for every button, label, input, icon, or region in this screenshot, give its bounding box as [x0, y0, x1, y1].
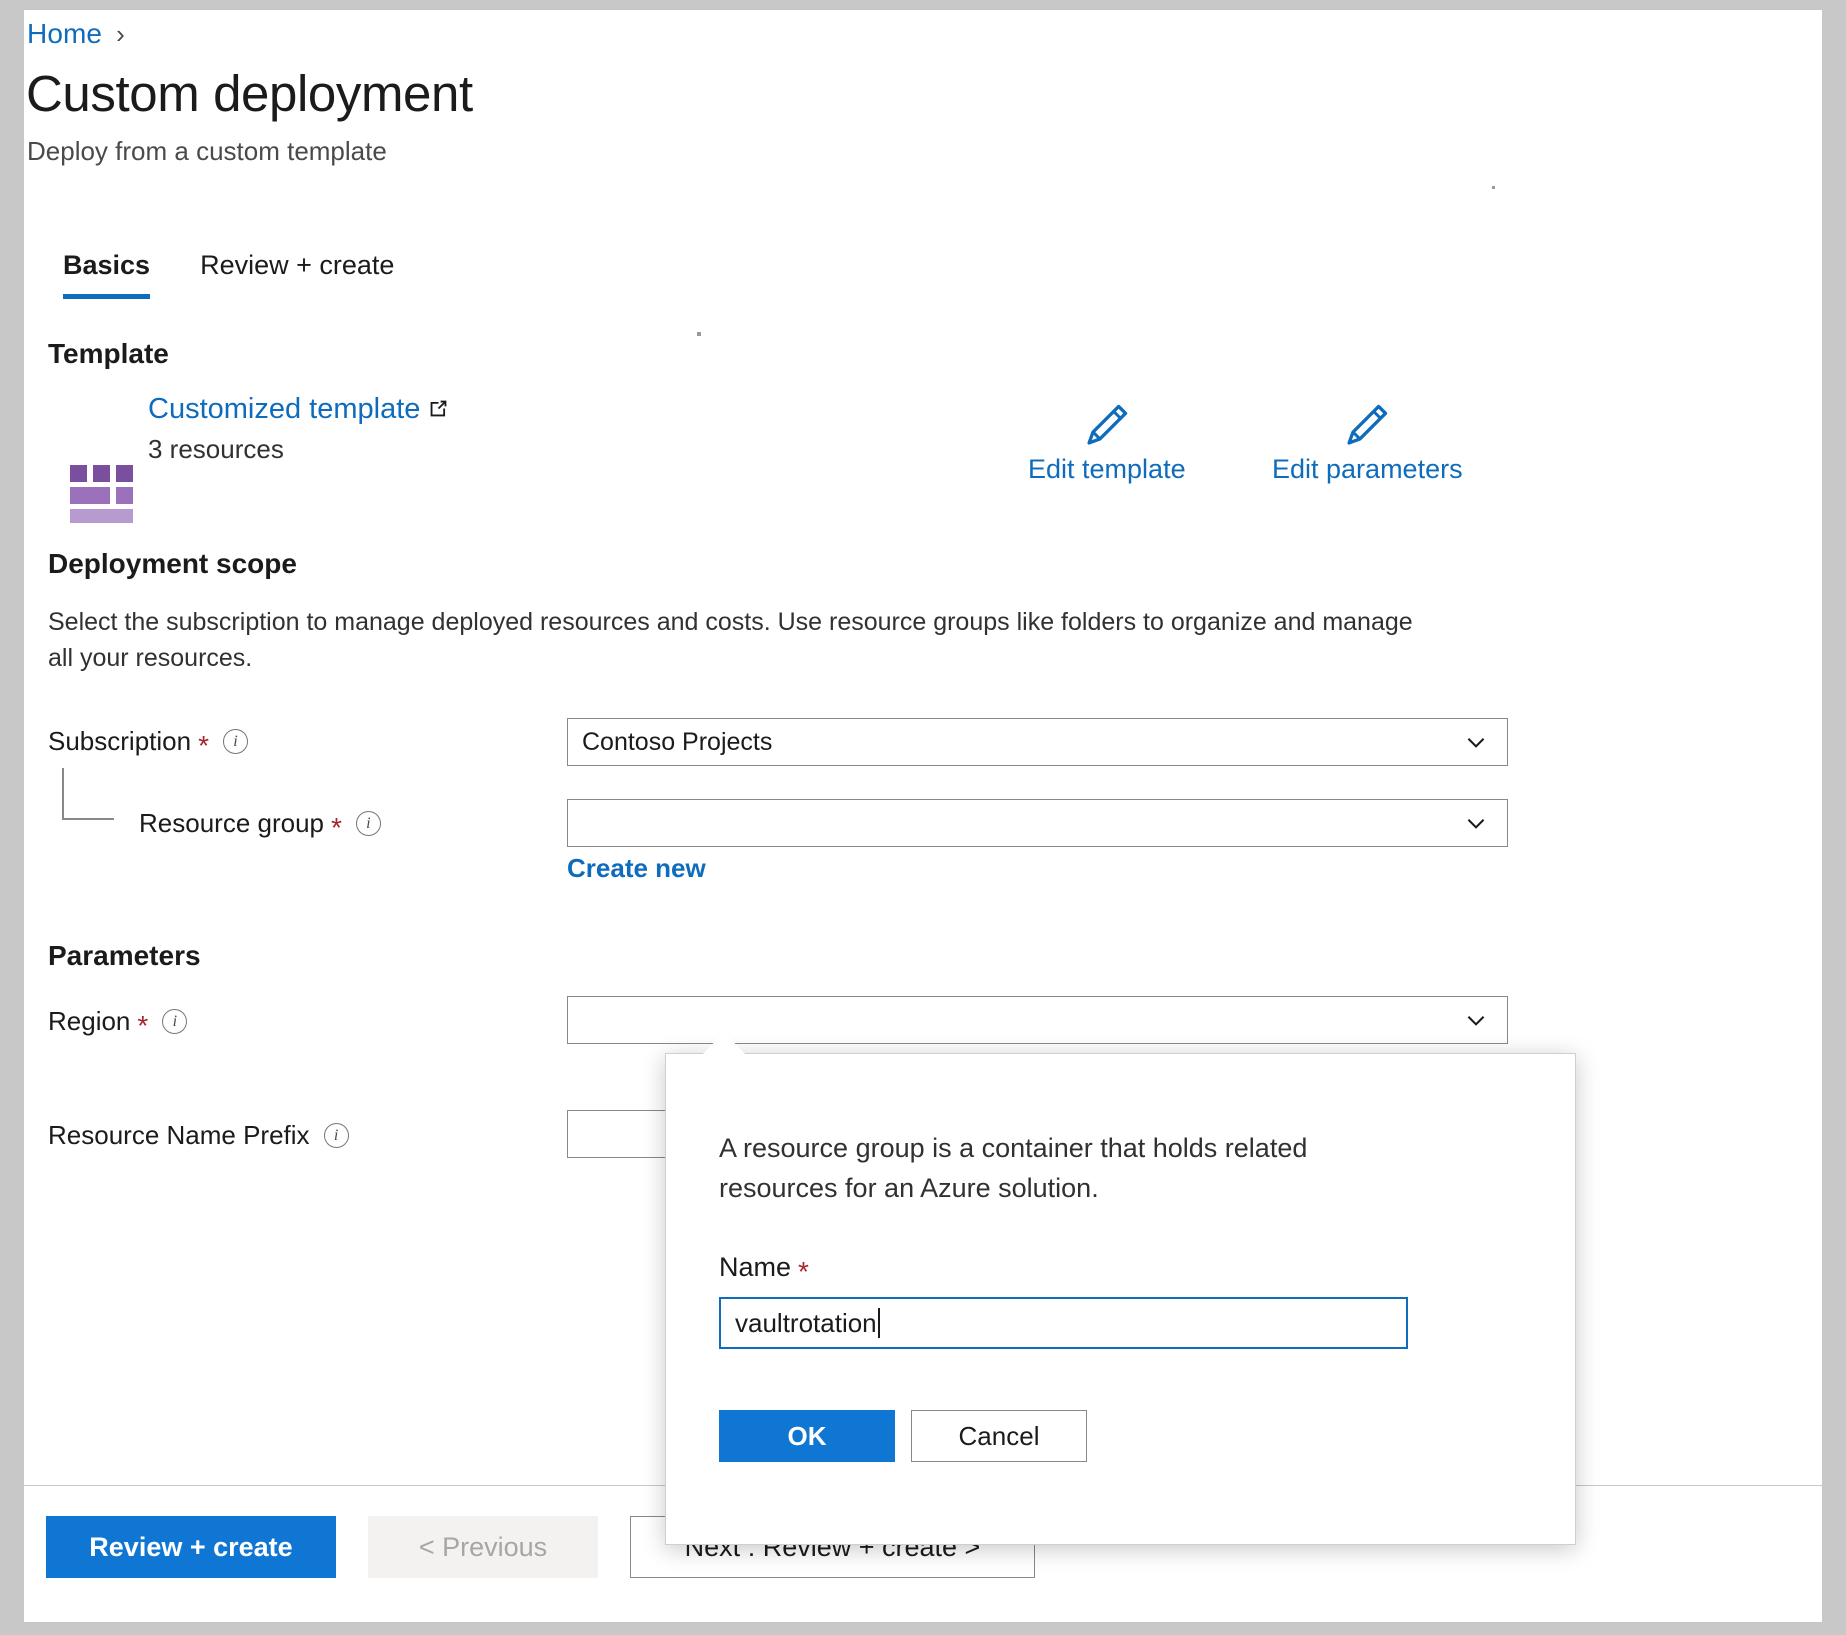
- template-resource-count: 3 resources: [148, 434, 284, 465]
- subscription-value: Contoso Projects: [582, 728, 1463, 757]
- chevron-down-icon: [1463, 810, 1489, 836]
- region-label: Region * i: [48, 1006, 187, 1037]
- subscription-dropdown[interactable]: Contoso Projects: [567, 718, 1508, 766]
- subscription-label: Subscription * i: [48, 726, 248, 757]
- template-heading: Template: [48, 338, 169, 370]
- callout-name-value: vaultrotation: [735, 1308, 877, 1339]
- page-subtitle: Deploy from a custom template: [27, 136, 387, 167]
- required-asterisk: *: [798, 1258, 809, 1286]
- callout-ok-button[interactable]: OK: [719, 1410, 895, 1462]
- resource-name-prefix-label-text: Resource Name Prefix: [48, 1120, 310, 1151]
- resource-group-label: Resource group * i: [139, 808, 381, 839]
- tab-bar: Basics Review + create: [38, 242, 419, 299]
- info-icon[interactable]: i: [223, 729, 248, 754]
- create-new-resource-group-callout: A resource group is a container that hol…: [665, 1053, 1576, 1545]
- customized-template-link-label: Customized template: [148, 393, 420, 426]
- template-grid-icon: [70, 465, 132, 523]
- callout-description: A resource group is a container that hol…: [719, 1129, 1419, 1209]
- create-new-link[interactable]: Create new: [567, 853, 706, 884]
- tab-review-create[interactable]: Review + create: [175, 242, 419, 299]
- info-icon[interactable]: i: [356, 811, 381, 836]
- callout-name-input[interactable]: vaultrotation: [719, 1297, 1408, 1349]
- resource-group-label-text: Resource group: [139, 808, 324, 839]
- custom-deployment-blade: Home › Custom deployment Deploy from a c…: [24, 10, 1822, 1622]
- edit-parameters-label: Edit parameters: [1272, 454, 1463, 485]
- region-dropdown[interactable]: [567, 996, 1508, 1044]
- customized-template-link[interactable]: Customized template: [148, 393, 449, 426]
- required-asterisk: *: [137, 1012, 148, 1040]
- external-link-icon: [428, 398, 449, 419]
- breadcrumb-home-link[interactable]: Home: [27, 18, 102, 50]
- info-icon[interactable]: i: [324, 1123, 349, 1148]
- resource-group-dropdown[interactable]: [567, 799, 1508, 847]
- review-create-button[interactable]: Review + create: [46, 1516, 336, 1578]
- chevron-down-icon: [1463, 1007, 1489, 1033]
- pencil-icon: [1082, 400, 1132, 450]
- required-asterisk: *: [198, 732, 209, 760]
- pencil-icon: [1342, 400, 1392, 450]
- text-cursor: [878, 1308, 880, 1338]
- breadcrumb: Home ›: [27, 18, 125, 50]
- required-asterisk: *: [331, 814, 342, 842]
- parameters-heading: Parameters: [48, 940, 201, 972]
- deployment-scope-description: Select the subscription to manage deploy…: [48, 605, 1438, 676]
- callout-cancel-button[interactable]: Cancel: [911, 1410, 1087, 1462]
- hierarchy-connector: [62, 768, 114, 820]
- breadcrumb-chevron-icon: ›: [116, 19, 125, 50]
- chevron-down-icon: [1463, 729, 1489, 755]
- stray-pixel-mark-2: [697, 332, 701, 336]
- page-title: Custom deployment: [26, 64, 473, 123]
- previous-button: < Previous: [368, 1516, 598, 1578]
- edit-template-button[interactable]: Edit template: [1028, 400, 1186, 485]
- callout-name-label-text: Name: [719, 1252, 791, 1283]
- region-label-text: Region: [48, 1006, 130, 1037]
- edit-parameters-button[interactable]: Edit parameters: [1272, 400, 1463, 485]
- edit-template-label: Edit template: [1028, 454, 1186, 485]
- callout-name-label: Name *: [719, 1252, 809, 1283]
- resource-name-prefix-label: Resource Name Prefix i: [48, 1120, 349, 1151]
- tab-basics[interactable]: Basics: [38, 242, 175, 299]
- info-icon[interactable]: i: [162, 1009, 187, 1034]
- stray-pixel-mark: [1492, 186, 1495, 189]
- subscription-label-text: Subscription: [48, 726, 191, 757]
- screenshot-root: Home › Custom deployment Deploy from a c…: [0, 0, 1846, 1635]
- callout-button-row: OK Cancel: [719, 1410, 1087, 1462]
- deployment-scope-heading: Deployment scope: [48, 548, 297, 580]
